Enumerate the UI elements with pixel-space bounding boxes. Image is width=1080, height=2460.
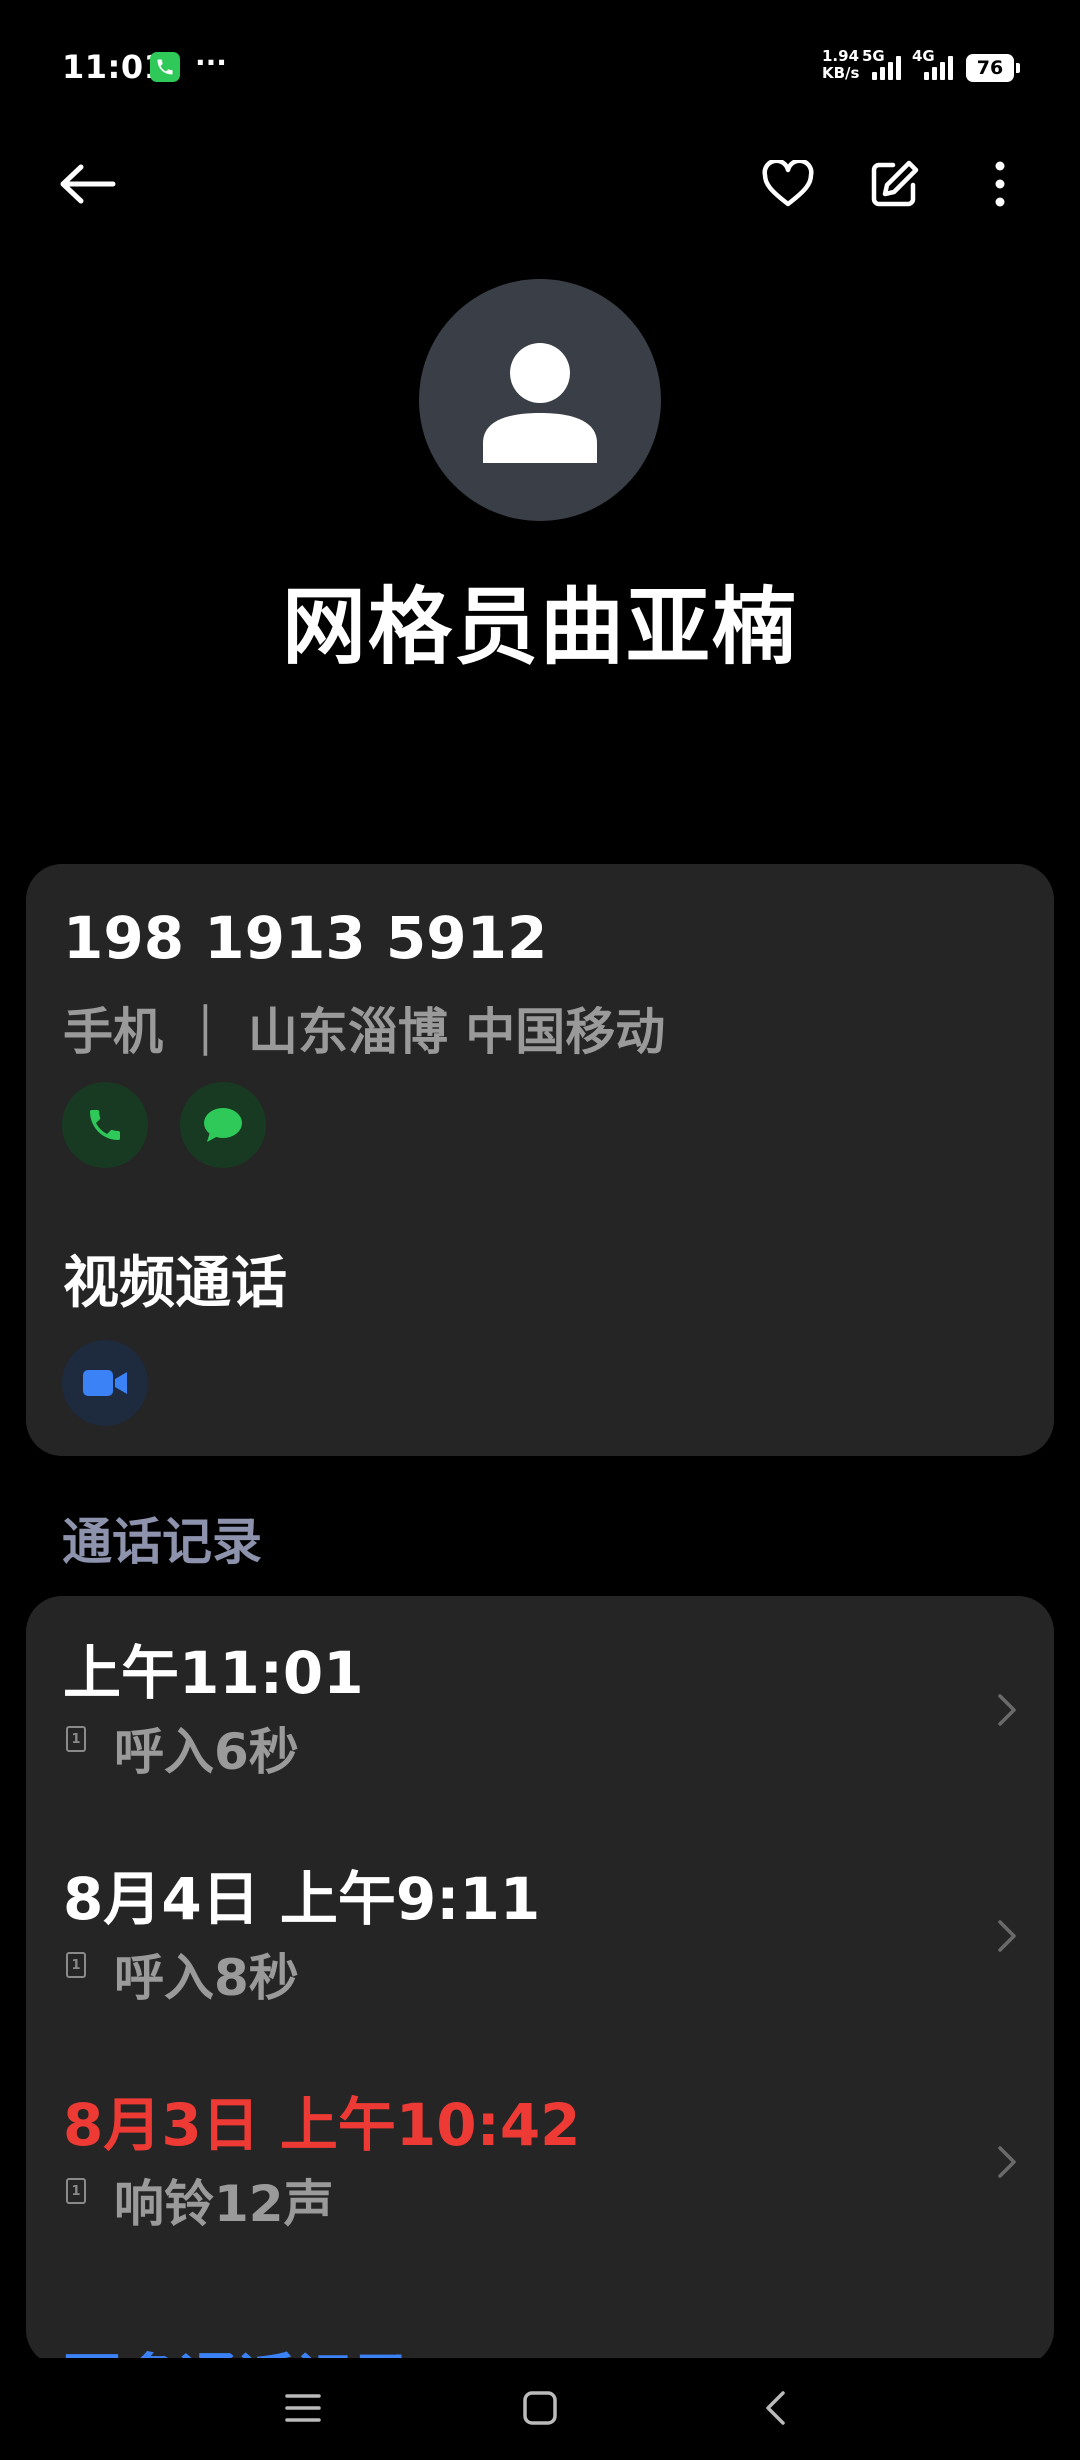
sim-card-icon: 1	[66, 2178, 86, 2204]
call-log-card: 上午11:01 1 呼入6秒 8月4日 上午9:11 1 呼入8秒 8月3日 上…	[26, 1596, 1054, 2366]
more-vertical-icon	[995, 161, 1005, 207]
call-log-time-missed: 8月3日 上午10:42	[63, 2091, 581, 2159]
heart-icon	[762, 160, 814, 207]
call-button[interactable]	[62, 1082, 148, 1168]
back-button[interactable]	[48, 144, 128, 224]
chevron-right-icon	[998, 1694, 1016, 1726]
call-log-row[interactable]: 上午11:01 1 呼入6秒	[26, 1596, 1054, 1816]
person-icon	[483, 343, 597, 463]
contact-name: 网格员曲亚楠	[281, 578, 798, 676]
ongoing-call-icon	[150, 52, 180, 82]
video-call-title: 视频通话	[63, 1251, 287, 1316]
menu-icon	[285, 2394, 321, 2422]
status-bar: 11:01 ··· 1.94 KB/s 5G 4G 76	[0, 0, 1080, 130]
call-log-row[interactable]: 8月3日 上午10:42 1 响铃12声	[26, 2048, 1054, 2268]
phone-icon	[90, 1110, 120, 1140]
home-button[interactable]	[500, 2376, 580, 2440]
network-speed: 1.94 KB/s	[822, 47, 860, 82]
phone-meta: 手机 ｜ 山东淄博 中国移动	[63, 1003, 666, 1061]
call-log-section-title: 通话记录	[62, 1513, 262, 1571]
call-log-row[interactable]: 8月4日 上午9:11 1 呼入8秒	[26, 1822, 1054, 2042]
signal-icon	[872, 56, 901, 80]
call-log-time: 上午11:01	[63, 1639, 364, 1707]
sim-card-icon: 1	[66, 1726, 86, 1752]
signal-icon-2	[924, 56, 953, 80]
chevron-right-icon	[998, 2146, 1016, 2178]
edit-button[interactable]	[854, 144, 934, 224]
avatar[interactable]	[419, 279, 661, 521]
call-log-time: 8月4日 上午9:11	[63, 1865, 541, 1933]
battery-icon: 76	[966, 54, 1020, 82]
notification-dots: ···	[195, 46, 227, 79]
message-button[interactable]	[180, 1082, 266, 1168]
phone-number[interactable]: 198 1913 5912	[63, 904, 547, 972]
message-icon	[204, 1108, 242, 1142]
phone-card: 198 1913 5912 手机 ｜ 山东淄博 中国移动 视频通话	[26, 864, 1054, 1456]
call-log-detail: 呼入6秒	[114, 1723, 299, 1781]
chevron-right-icon	[998, 1920, 1016, 1952]
call-log-detail: 呼入8秒	[114, 1949, 299, 2007]
navigation-bar	[0, 2358, 1080, 2460]
call-log-detail: 响铃12声	[114, 2175, 334, 2233]
square-icon	[523, 2391, 557, 2425]
sim-card-icon: 1	[66, 1952, 86, 1978]
more-options-button[interactable]	[960, 144, 1040, 224]
video-camera-icon	[83, 1370, 127, 1396]
arrow-left-icon	[60, 164, 116, 204]
recent-apps-button[interactable]	[263, 2376, 343, 2440]
video-call-button[interactable]	[62, 1340, 148, 1426]
favorite-button[interactable]	[748, 144, 828, 224]
system-back-button[interactable]	[735, 2376, 815, 2440]
chevron-left-icon	[766, 2391, 785, 2425]
edit-icon	[871, 160, 919, 207]
